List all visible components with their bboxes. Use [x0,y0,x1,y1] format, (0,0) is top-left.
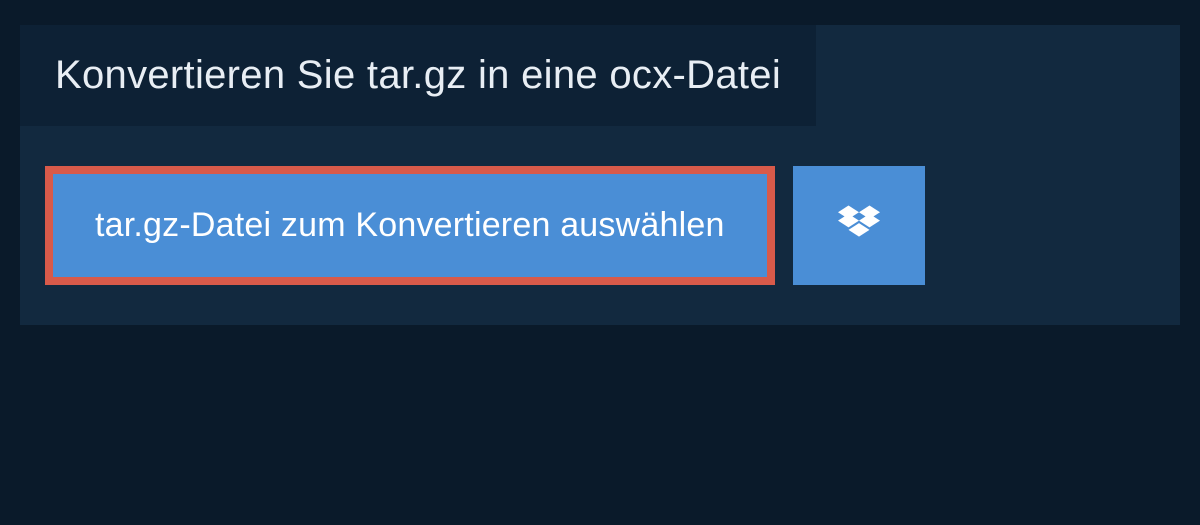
select-file-button[interactable]: tar.gz-Datei zum Konvertieren auswählen [53,174,767,277]
header-bar: Konvertieren Sie tar.gz in eine ocx-Date… [20,25,816,126]
file-select-row: tar.gz-Datei zum Konvertieren auswählen [20,126,1180,285]
select-file-highlight: tar.gz-Datei zum Konvertieren auswählen [45,166,775,285]
converter-panel: Konvertieren Sie tar.gz in eine ocx-Date… [20,25,1180,325]
page-title: Konvertieren Sie tar.gz in eine ocx-Date… [55,53,781,98]
dropbox-icon [838,205,880,246]
dropbox-button[interactable] [793,166,925,285]
